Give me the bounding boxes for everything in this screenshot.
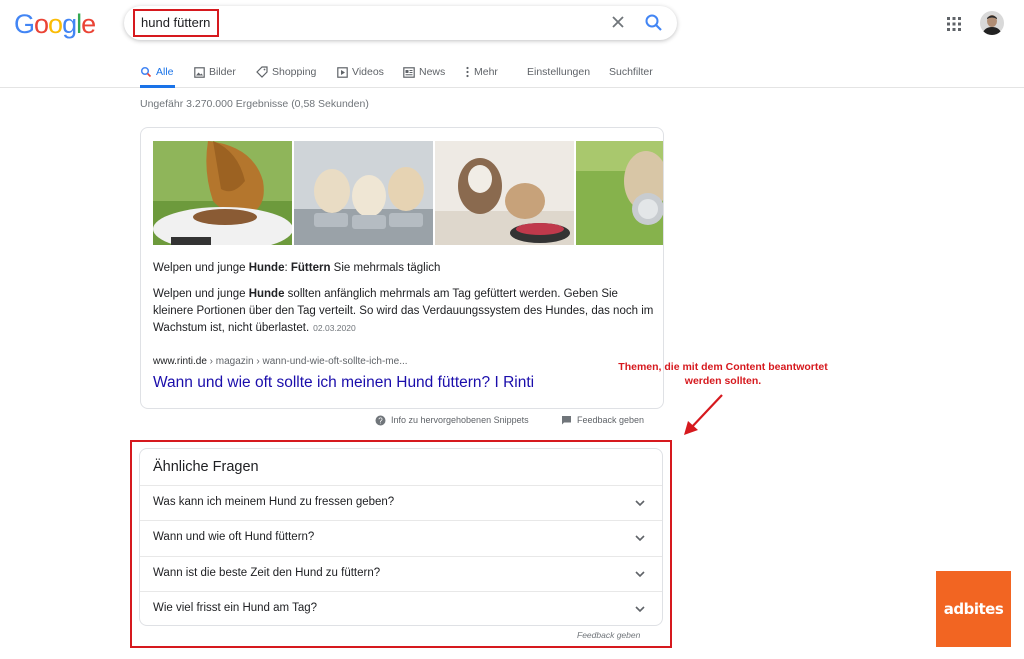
heading-bold: Hunde	[248, 262, 285, 274]
info-label: Info zu hervorgehobenen Snippets	[391, 415, 529, 425]
more-dots-icon	[466, 66, 469, 78]
search-input[interactable]: hund füttern	[141, 15, 210, 30]
related-question[interactable]: Was kann ich meinem Hund zu fressen gebe…	[140, 485, 662, 520]
search-icon[interactable]	[643, 12, 665, 34]
annotation-note: Themen, die mit dem Content beantwortet …	[588, 360, 858, 388]
related-question[interactable]: Wann ist die beste Zeit den Hund zu fütt…	[140, 556, 662, 591]
question-text: Wann ist die beste Zeit den Hund zu fütt…	[153, 567, 381, 579]
feedback-label: Feedback geben	[577, 415, 645, 425]
snippet-image[interactable]	[153, 141, 292, 245]
help-icon: ?	[375, 415, 386, 425]
tab-suchfilter[interactable]: Suchfilter	[609, 56, 653, 88]
snippet-heading: Welpen und junge Hunde: Füttern Sie mehr…	[153, 262, 440, 274]
snippet-date: 02.03.2020	[313, 323, 356, 333]
heading-text: Welpen und junge	[153, 262, 249, 274]
logo-letter: G	[14, 9, 35, 39]
related-question[interactable]: Wie viel frisst ein Hund am Tag?	[140, 591, 662, 626]
question-text: Wann und wie oft Hund füttern?	[153, 531, 315, 543]
snippet-image-strip	[153, 141, 663, 245]
url-path: › magazin › wann-und-wie-oft-sollte-ich-…	[206, 356, 408, 367]
chevron-down-icon	[635, 606, 645, 613]
tab-alle[interactable]: Alle	[140, 56, 175, 88]
body-bold: Hunde	[248, 288, 285, 300]
logo-letter: g	[62, 9, 77, 39]
tab-bilder[interactable]: Bilder	[194, 56, 236, 88]
tab-label: Bilder	[209, 66, 236, 78]
chevron-down-icon	[635, 500, 645, 507]
related-feedback-link[interactable]: Feedback geben	[577, 630, 640, 640]
logo-letter: o	[34, 9, 49, 39]
snippet-image[interactable]	[576, 141, 663, 245]
news-icon	[403, 66, 415, 78]
close-icon[interactable]	[608, 12, 628, 32]
url-domain: www.rinti.de	[153, 356, 207, 367]
feedback-icon	[562, 415, 571, 424]
snippet-image[interactable]	[294, 141, 433, 245]
search-icon	[140, 66, 152, 78]
annotation-arrow-icon	[684, 394, 723, 435]
search-tabs: Alle Bilder Shopping Videos News Mehr Ei…	[0, 56, 1024, 88]
search-box[interactable]: hund füttern	[124, 6, 677, 40]
body-text: Welpen und junge	[153, 288, 249, 300]
play-icon	[337, 66, 348, 78]
avatar[interactable]	[980, 11, 1004, 35]
snippet-info-link[interactable]: ? Info zu hervorgehobenen Snippets	[375, 413, 529, 427]
snippet-url[interactable]: www.rinti.de › magazin › wann-und-wie-of…	[153, 356, 408, 367]
tab-einstellungen[interactable]: Einstellungen	[527, 56, 590, 88]
related-question[interactable]: Wann und wie oft Hund füttern?	[140, 520, 662, 555]
adbites-logo: adbites	[936, 571, 1011, 647]
related-questions-title: Ähnliche Fragen	[153, 459, 259, 475]
logo-letter: e	[81, 9, 96, 39]
tag-icon	[256, 66, 268, 78]
tab-label: Videos	[352, 66, 384, 78]
question-text: Was kann ich meinem Hund zu fressen gebe…	[153, 496, 395, 508]
snippet-feedback-link[interactable]: Feedback geben	[561, 413, 644, 427]
tab-label: Suchfilter	[609, 66, 653, 78]
tab-news[interactable]: News	[403, 56, 445, 88]
tab-label: Shopping	[272, 66, 317, 78]
tab-shopping[interactable]: Shopping	[256, 56, 316, 88]
heading-text: Sie mehrmals täglich	[330, 262, 441, 274]
snippet-image[interactable]	[435, 141, 574, 245]
related-questions: Ähnliche Fragen Was kann ich meinem Hund…	[139, 448, 663, 626]
snippet-body: Welpen und junge Hunde sollten anfänglic…	[153, 286, 658, 337]
logo-letter: o	[48, 9, 63, 39]
chevron-down-icon	[635, 571, 645, 578]
tab-label: Alle	[156, 66, 174, 78]
annotation-line: Themen, die mit dem Content beantwortet	[618, 361, 828, 373]
featured-snippet: Welpen und junge Hunde: Füttern Sie mehr…	[140, 127, 664, 409]
tab-label: News	[419, 66, 446, 78]
image-icon	[194, 66, 205, 78]
apps-grid-icon[interactable]	[946, 16, 962, 32]
annotation-line: werden sollten.	[684, 375, 762, 387]
snippet-result-link[interactable]: Wann und wie oft sollte ich meinen Hund …	[153, 374, 534, 392]
google-logo[interactable]: Google	[14, 9, 96, 40]
result-stats: Ungefähr 3.270.000 Ergebnisse (0,58 Seku…	[140, 98, 369, 110]
tab-mehr[interactable]: Mehr	[465, 56, 498, 88]
tab-label: Einstellungen	[527, 66, 591, 78]
tab-videos[interactable]: Videos	[337, 56, 384, 88]
question-text: Wie viel frisst ein Hund am Tag?	[153, 602, 318, 614]
avatar-image	[980, 11, 1004, 35]
heading-bold: Füttern	[290, 262, 331, 274]
chevron-down-icon	[635, 535, 645, 542]
svg-text:?: ?	[378, 416, 383, 425]
tab-label: Mehr	[474, 66, 498, 78]
